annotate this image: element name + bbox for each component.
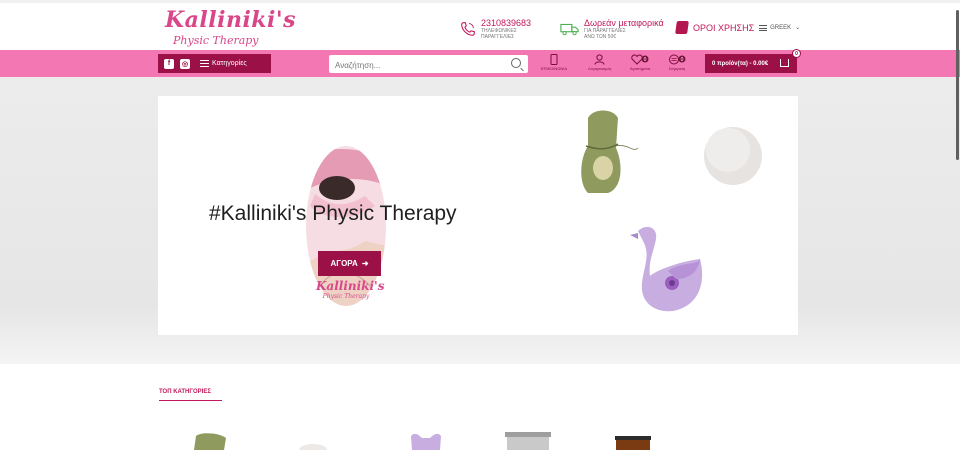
top-header: Kalliniki's Physic Therapy 2310839683 ΤΗ…: [0, 0, 960, 50]
compare-icon: 0: [668, 53, 686, 65]
book-icon: [675, 21, 689, 34]
phone-icon: [461, 22, 475, 36]
hero-brand-line1: Kalliniki's: [316, 279, 385, 293]
logo-line2: Physic Therapy: [173, 34, 259, 47]
user-icon: [594, 53, 605, 65]
category-thumbnail[interactable]: [503, 430, 553, 450]
shipping-info: Δωρεάν μεταφορικά ΓΙΑ ΠΑΡΑΓΓΕΛΙΕΣ ΑΝΩ ΤΩ…: [560, 18, 664, 40]
nav-left-group: f ◎ Κατηγορίες: [158, 54, 271, 73]
category-thumbnail[interactable]: [190, 430, 230, 450]
categories-menu-button[interactable]: Κατηγορίες: [200, 60, 247, 67]
truck-icon: [560, 23, 579, 36]
heart-icon: 0: [631, 53, 649, 65]
category-thumbnail[interactable]: [613, 436, 653, 450]
language-selector[interactable]: GREEK ⌄: [759, 24, 800, 31]
shipping-subtitle: ΓΙΑ ΠΑΡΑΓΓΕΛΙΕΣ ΑΝΩ ΤΩΝ 50€: [584, 28, 626, 40]
wishlist-button[interactable]: 0 Αγαπημένα: [630, 53, 650, 71]
wishlist-count: 0: [644, 57, 647, 63]
language-label: GREEK: [770, 24, 792, 31]
categories-label: Κατηγορίες: [212, 60, 247, 67]
account-button[interactable]: Λογαριασμός: [588, 53, 612, 71]
category-thumbnail[interactable]: [298, 443, 328, 450]
hero-brand-line2: Physic Therapy: [322, 293, 370, 300]
compare-count: 0: [681, 57, 684, 63]
page: Kalliniki's Physic Therapy 2310839683 ΤΗ…: [0, 0, 960, 450]
compare-label: Σύγκριση: [668, 66, 686, 71]
chevron-down-icon: ⌄: [795, 25, 801, 31]
mobile-icon: [550, 53, 558, 65]
wool-ball-product-image: [704, 127, 762, 185]
logo-line1: Kalliniki's: [165, 7, 297, 33]
search-bar: [329, 55, 528, 75]
cart-icon: [780, 59, 789, 67]
cart-count-badge: 0: [792, 49, 801, 58]
menu-icon: [759, 24, 768, 31]
search-input[interactable]: [329, 56, 499, 75]
site-logo[interactable]: Kalliniki's Physic Therapy: [165, 7, 297, 47]
terms-label: ΟΡΟΙ ΧΡΗΣΗΣ: [693, 22, 755, 33]
category-thumbnail[interactable]: [408, 430, 444, 450]
phone-subtitle: ΤΗΛΕΦΩΝΙΚΕΣ ΠΑΡΑΓΓΕΛΙΕΣ: [481, 28, 517, 40]
contact-button[interactable]: ΕΠΙΚΟΙΝΩΝΙΑ: [541, 53, 567, 71]
phone-info[interactable]: 2310839683 ΤΗΛΕΦΩΝΙΚΕΣ ΠΑΡΑΓΓΕΛΙΕΣ: [459, 18, 531, 40]
contact-label: ΕΠΙΚΟΙΝΩΝΙΑ: [541, 66, 567, 71]
terms-link[interactable]: ΟΡΟΙ ΧΡΗΣΗΣ GREEK ⌄: [675, 21, 800, 34]
compare-button[interactable]: 0 Σύγκριση: [668, 53, 686, 71]
hamburger-icon: [200, 60, 209, 67]
phone-number: 2310839683: [481, 18, 532, 28]
account-label: Λογαριασμός: [588, 66, 612, 71]
lavender-duck-product-image: [630, 226, 703, 312]
top-categories-heading: ΤΟΠ ΚΑΤΗΓΟΡΙΕΣ: [159, 389, 222, 401]
buy-button[interactable]: ΑΓΟΡΑ ➜: [318, 251, 381, 276]
cart-summary: 0 προϊόν(τα) - 0.00€: [712, 60, 769, 67]
shipping-title: Δωρεάν μεταφορικά: [584, 18, 664, 28]
hero-title: #Kalliniki's Physic Therapy: [209, 202, 457, 225]
wishlist-label: Αγαπημένα: [630, 66, 651, 71]
arrow-right-icon: ➜: [361, 259, 369, 268]
instagram-icon[interactable]: ◎: [180, 58, 190, 69]
facebook-icon[interactable]: f: [164, 58, 174, 69]
page-scrollbar[interactable]: [956, 10, 959, 160]
hero-banner: #Kalliniki's Physic Therapy ΑΓΟΡΑ ➜ Kall…: [158, 96, 798, 335]
soap-bag-product-image: [581, 110, 639, 193]
main-navbar: f ◎ Κατηγορίες ΕΠΙΚΟΙΝΩΝΙΑ Λογαριασμός 0…: [0, 49, 960, 77]
buy-label: ΑΓΟΡΑ: [330, 259, 358, 268]
cart-button[interactable]: 0 προϊόν(τα) - 0.00€ 0: [705, 49, 801, 73]
search-icon[interactable]: [511, 58, 521, 68]
hero-brand: Kalliniki's Physic Therapy: [316, 279, 385, 300]
